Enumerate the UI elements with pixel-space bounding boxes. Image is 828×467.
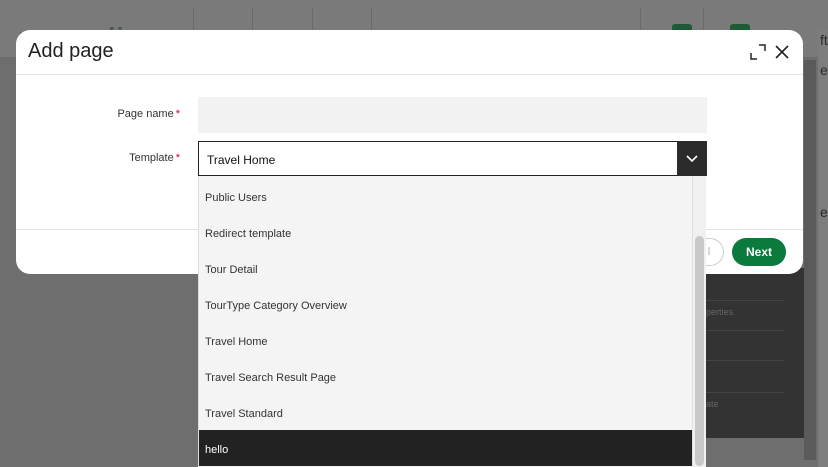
page-name-input[interactable]: [198, 97, 707, 133]
background-right-text: e: [820, 62, 828, 78]
dropdown-option[interactable]: Travel Search Result Page: [199, 358, 692, 394]
dropdown-option[interactable]: Travel Home: [199, 322, 692, 358]
dropdown-option[interactable]: Travel Standard: [199, 394, 692, 430]
background-panel-row: [700, 360, 784, 390]
background-panel-row: perties: [700, 300, 784, 330]
template-label: Template *: [20, 152, 180, 164]
chevron-down-icon[interactable]: [677, 141, 707, 176]
dropdown-option[interactable]: Redirect template: [199, 214, 692, 250]
background-panel-row: ate: [700, 392, 784, 422]
required-mark: *: [175, 152, 180, 164]
required-mark: *: [175, 108, 180, 120]
close-icon[interactable]: [772, 42, 792, 62]
dropdown-option-highlighted[interactable]: hello: [199, 430, 692, 466]
background-scrollbar: [804, 60, 816, 460]
background-right-text: ft: [820, 32, 828, 48]
dropdown-option[interactable]: Public Users: [199, 178, 692, 214]
background-right-text: e: [820, 204, 828, 220]
next-button[interactable]: Next: [732, 238, 786, 266]
dropdown-option[interactable]: TourType Category Overview: [199, 286, 692, 322]
dialog-title: Add page: [28, 40, 114, 62]
template-dropdown-list[interactable]: Public Users Redirect template Tour Deta…: [198, 176, 706, 467]
dropdown-scrollbar-thumb[interactable]: [695, 236, 704, 466]
page-name-label-text: Page name: [117, 108, 174, 120]
background-panel-row: [700, 330, 784, 360]
template-label-text: Template: [129, 152, 174, 164]
template-select[interactable]: Travel Home: [198, 141, 707, 176]
page-name-label: Page name *: [20, 108, 180, 120]
dialog-header: Add page: [16, 30, 803, 75]
background-right-edge: [818, 30, 828, 467]
expand-icon[interactable]: [748, 42, 768, 62]
dropdown-option[interactable]: Tour Detail: [199, 250, 692, 286]
template-select-value: Travel Home: [207, 153, 276, 167]
